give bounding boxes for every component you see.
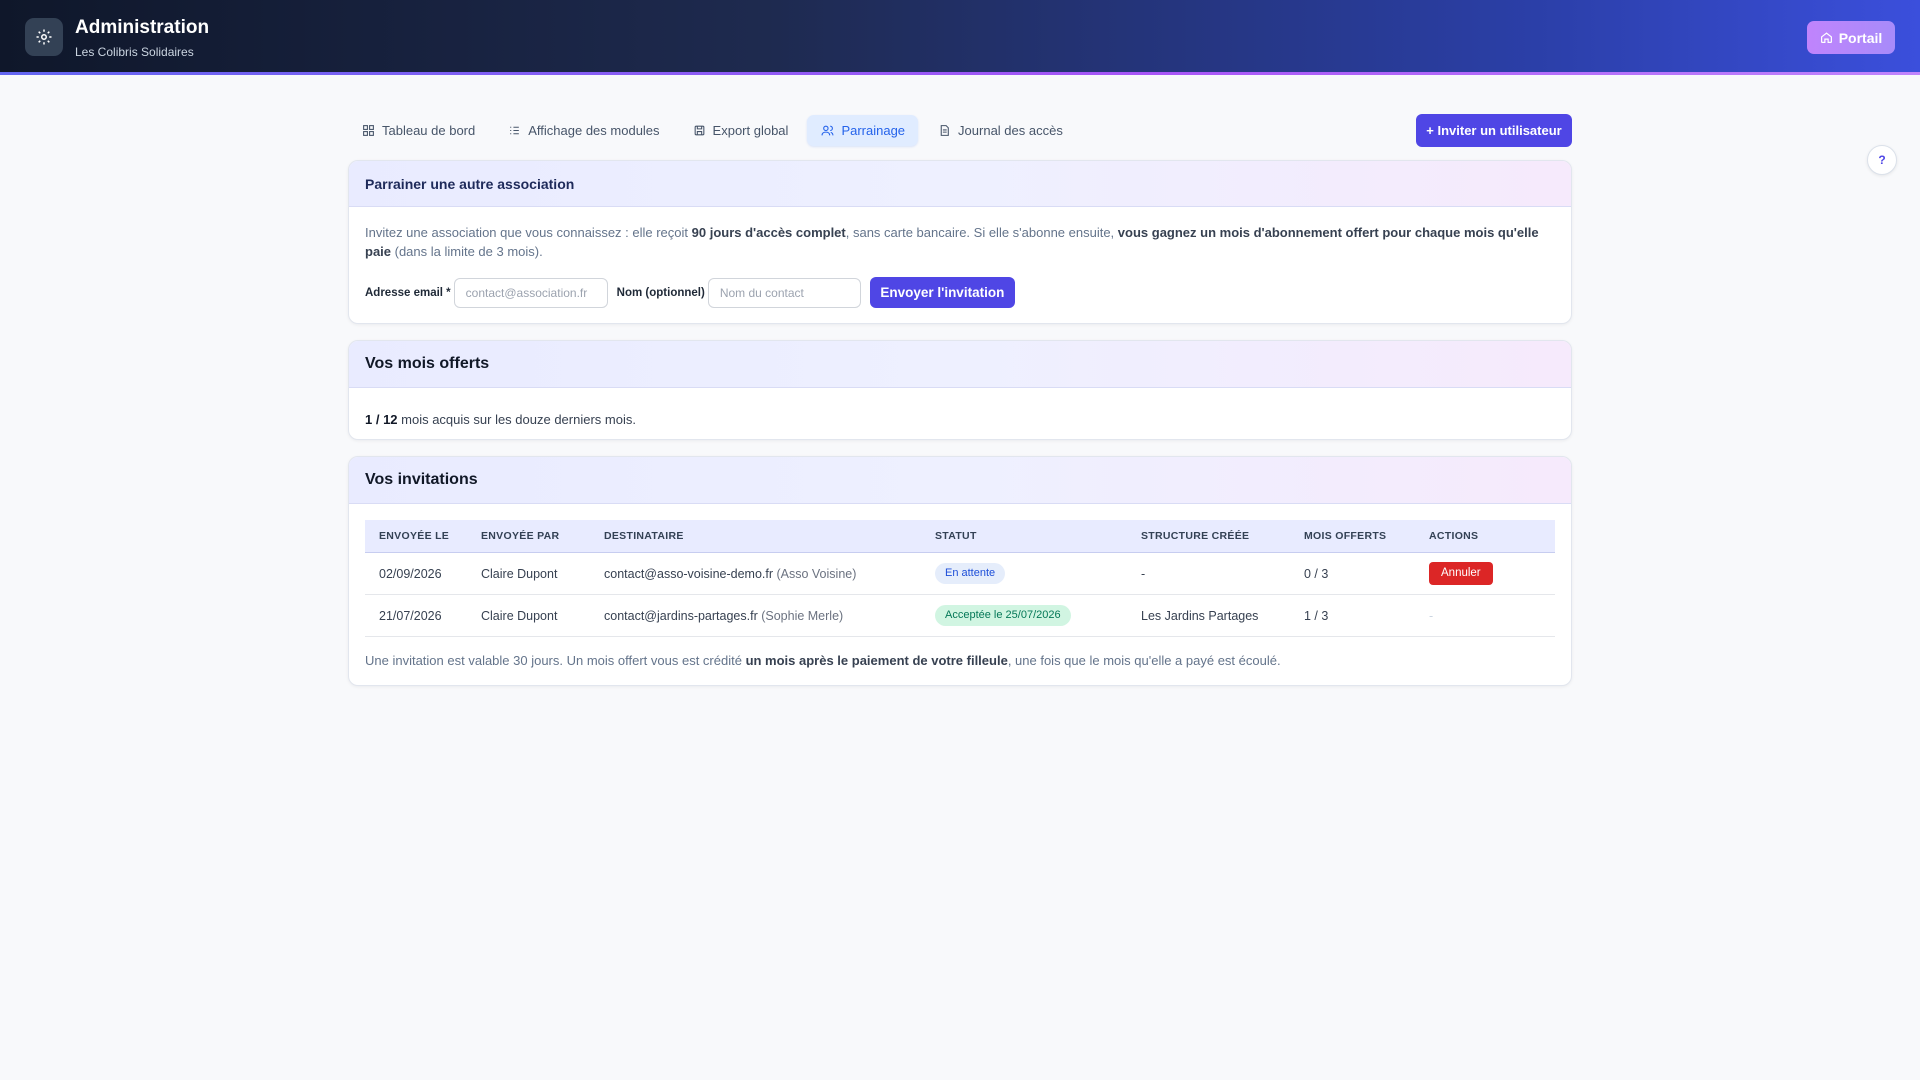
status-badge: Acceptée le 25/07/2026 <box>935 605 1071 626</box>
intro-text: (dans la limite de 3 mois). <box>391 244 543 259</box>
recipient-name: (Sophie Merle) <box>757 608 844 623</box>
sent-date: 02/09/2026 <box>379 566 442 581</box>
gear-icon <box>25 18 63 56</box>
email-field[interactable]: contact@association.fr <box>453 277 608 308</box>
tab-referral[interactable]: Parrainage <box>807 115 919 146</box>
note-text: , une fois que le mois qu'elle a payé es… <box>1007 653 1281 668</box>
column-header: ACTIONS <box>1429 530 1479 542</box>
tab-access-log[interactable]: Journal des accès <box>924 115 1076 146</box>
home-icon <box>1820 32 1832 43</box>
invitations-title: Vos invitations <box>349 457 1571 504</box>
tab-label: Affichage des modules <box>528 123 660 138</box>
document-icon <box>940 125 949 136</box>
note-text: Une invitation est valable 30 jours. Un … <box>365 653 746 668</box>
column-header: STATUT <box>935 530 977 542</box>
table-header: ENVOYÉE LE ENVOYÉE PAR DESTINATAIRE STAT… <box>365 520 1555 553</box>
tab-label: Journal des accès <box>958 123 1063 138</box>
months-text: mois acquis sur les douze derniers mois. <box>397 412 636 427</box>
months-offered: 1 / 3 <box>1304 608 1329 623</box>
intro-text: Invitez une association que vous connais… <box>365 225 692 240</box>
top-bar: Administration Les Colibris Solidaires P… <box>0 0 1920 72</box>
header-accent-line <box>0 72 1920 75</box>
referral-card: Parrainer une autre association Invitez … <box>348 160 1572 324</box>
tab-export[interactable]: Export global <box>679 115 802 146</box>
status-cell: En attente <box>935 563 1141 584</box>
months-offered: 0 / 3 <box>1304 566 1329 581</box>
no-action: - <box>1429 608 1434 623</box>
name-field[interactable]: Nom du contact <box>707 277 861 308</box>
recipient: contact@asso-voisine-demo.fr (Asso Voisi… <box>604 567 935 581</box>
referral-title: Parrainer une autre association <box>349 161 1571 207</box>
structure: - <box>1141 566 1146 581</box>
recipient-email: contact@asso-voisine-demo.fr <box>604 566 774 581</box>
column-header: ENVOYÉE LE <box>379 530 450 542</box>
sender: Claire Dupont <box>481 608 558 623</box>
save-icon <box>694 125 704 136</box>
portal-button[interactable]: Portail <box>1807 21 1895 54</box>
months-card: Vos mois offerts 1 / 12 mois acquis sur … <box>348 340 1572 440</box>
email-label: Adresse email * <box>365 286 451 299</box>
users-icon <box>821 125 834 136</box>
list-icon <box>510 126 520 135</box>
app-title: Administration <box>75 17 210 38</box>
intro-highlight: 90 jours d'accès complet <box>691 225 846 240</box>
status-cell: Acceptée le 25/07/2026 <box>935 605 1141 626</box>
invitation-note: Une invitation est valable 30 jours. Un … <box>365 653 1281 668</box>
column-header: STRUCTURE CRÉÉE <box>1141 530 1250 542</box>
tab-dashboard[interactable]: Tableau de bord <box>348 115 488 146</box>
table-row: 21/07/2026 Claire Dupont contact@jardins… <box>365 595 1555 637</box>
recipient-name: (Asso Voisine) <box>773 566 857 581</box>
tab-label: Parrainage <box>841 123 906 138</box>
months-title: Vos mois offerts <box>349 341 1571 388</box>
tab-label: Export global <box>712 123 789 138</box>
recipient: contact@jardins-partages.fr (Sophie Merl… <box>604 609 935 623</box>
actions-cell: Annuler <box>1429 562 1555 585</box>
invite-form: Adresse email * contact@association.fr N… <box>365 277 1015 308</box>
invite-user-button[interactable]: + Inviter un utilisateur <box>1416 114 1572 147</box>
help-button[interactable]: ? <box>1867 145 1897 175</box>
intro-text: , sans carte bancaire. Si elle s'abonne … <box>845 225 1118 240</box>
referral-intro: Invitez une association que vous connais… <box>365 223 1555 261</box>
sent-date: 21/07/2026 <box>379 608 442 623</box>
status-badge: En attente <box>935 563 1006 584</box>
column-header: ENVOYÉE PAR <box>481 530 560 542</box>
portal-label: Portail <box>1838 29 1883 46</box>
recipient-email: contact@jardins-partages.fr <box>604 608 758 623</box>
tab-bar: Tableau de bord Affichage des modules Ex… <box>348 115 1076 146</box>
cancel-button[interactable]: Annuler <box>1429 562 1493 585</box>
structure: Les Jardins Partages <box>1141 608 1259 623</box>
sender: Claire Dupont <box>481 566 558 581</box>
send-invitation-button[interactable]: Envoyer l'invitation <box>869 277 1015 308</box>
tab-label: Tableau de bord <box>382 123 476 138</box>
organization-name: Les Colibris Solidaires <box>75 45 194 59</box>
column-header: MOIS OFFERTS <box>1304 530 1387 542</box>
note-highlight: un mois après le paiement de votre fille… <box>745 653 1008 668</box>
table-row: 02/09/2026 Claire Dupont contact@asso-vo… <box>365 553 1555 595</box>
tab-modules[interactable]: Affichage des modules <box>494 115 672 146</box>
column-header: DESTINATAIRE <box>604 530 684 542</box>
invitations-card: Vos invitations ENVOYÉE LE ENVOYÉE PAR D… <box>348 456 1572 686</box>
dashboard-icon <box>363 125 374 136</box>
months-count: 1 / 12 <box>365 412 398 427</box>
invitations-table: ENVOYÉE LE ENVOYÉE PAR DESTINATAIRE STAT… <box>365 520 1555 637</box>
months-summary: 1 / 12 mois acquis sur les douze dernier… <box>365 412 636 427</box>
name-label: Nom (optionnel) <box>616 286 705 299</box>
